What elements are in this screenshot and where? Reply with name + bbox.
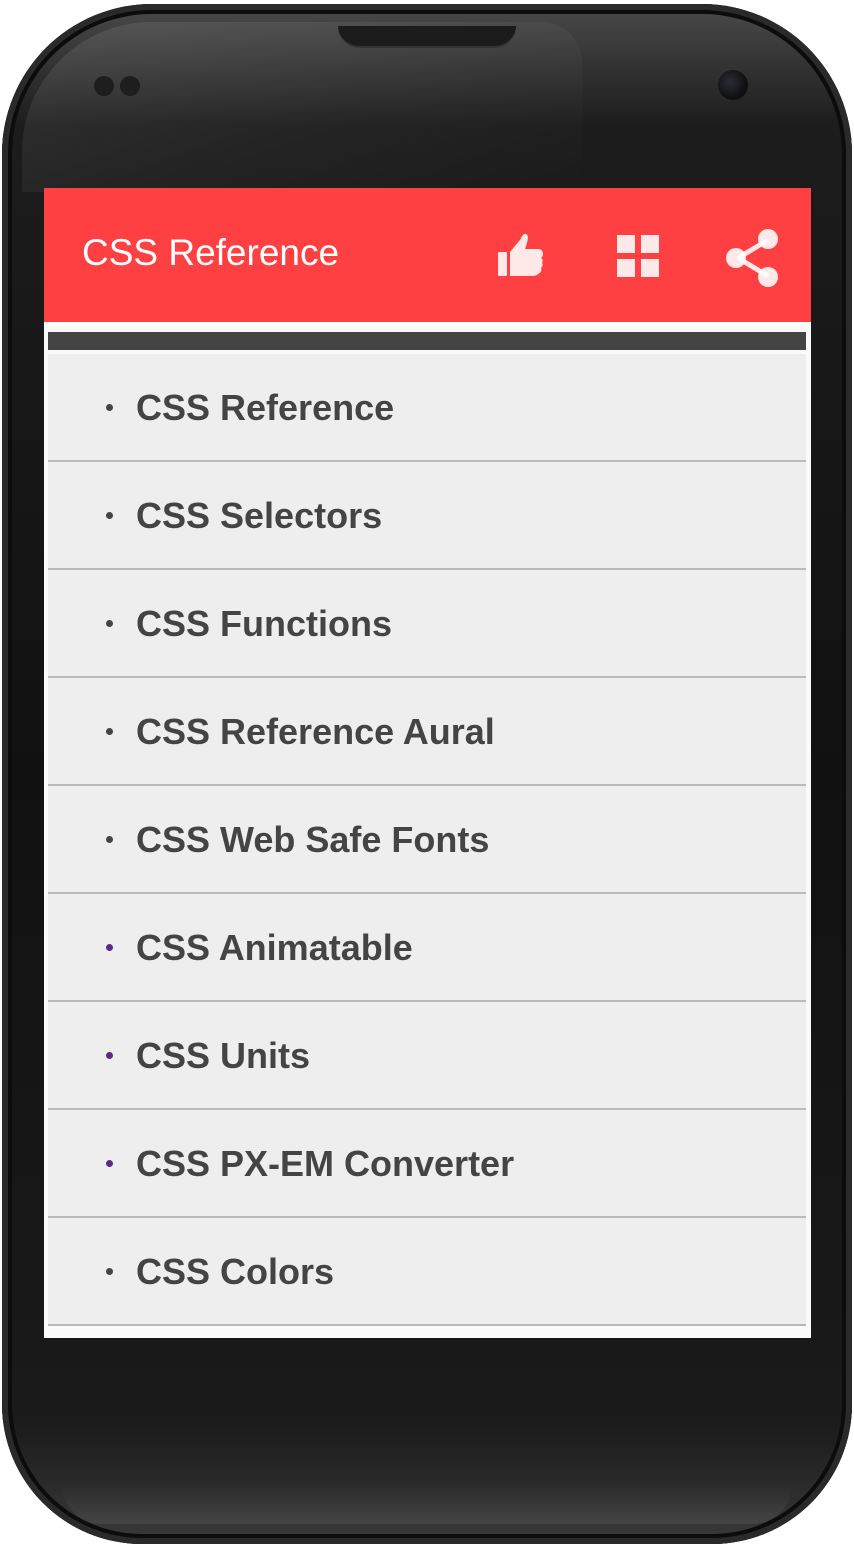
share-icon[interactable] <box>724 228 780 287</box>
list-item[interactable]: CSS Reference Aural <box>48 678 806 786</box>
list-item[interactable]: CSS Units <box>48 1002 806 1110</box>
earpiece-speaker <box>338 26 516 48</box>
list-item-label: CSS PX-EM Converter <box>136 1143 515 1184</box>
light-sensor <box>120 76 140 96</box>
list-item[interactable]: CSS Web Safe Fonts <box>48 786 806 894</box>
list-item[interactable]: CSS Reference <box>48 354 806 462</box>
list-item-label: CSS Functions <box>136 603 393 644</box>
list-item-label: CSS Units <box>136 1035 311 1076</box>
list-item-label: CSS Web Safe Fonts <box>136 819 490 860</box>
list-item-label: CSS Colors <box>136 1251 335 1292</box>
list-item-label: CSS Animatable <box>136 927 413 968</box>
bullet-icon <box>106 728 113 735</box>
list-item[interactable]: CSS Functions <box>48 570 806 678</box>
list-item[interactable]: CSS Animatable <box>48 894 806 1002</box>
app-screen: CSS Reference CSS Reference CSS Selector… <box>44 188 811 1338</box>
proximity-sensor <box>94 76 114 96</box>
action-bar: CSS Reference <box>44 188 811 322</box>
bullet-icon <box>106 944 113 951</box>
bullet-icon <box>106 1268 113 1275</box>
list-item-label: CSS Selectors <box>136 495 383 536</box>
list-item[interactable]: CSS Colors <box>48 1218 806 1326</box>
grid-icon[interactable] <box>610 228 666 284</box>
bullet-icon <box>106 512 113 519</box>
thumbs-up-icon[interactable] <box>494 228 550 284</box>
bottom-bezel <box>62 1484 792 1524</box>
bullet-icon <box>106 1052 113 1059</box>
bullet-icon <box>106 404 113 411</box>
list-item-label: CSS Reference <box>136 387 395 428</box>
menu-list-area: CSS Reference CSS Selectors CSS Functions C… <box>44 322 811 1338</box>
list-item[interactable]: CSS PX-EM Converter <box>48 1110 806 1218</box>
list-item[interactable]: CSS Selectors <box>48 462 806 570</box>
front-camera <box>718 70 748 100</box>
list-item-label: CSS Reference Aural <box>136 711 495 752</box>
bullet-icon <box>106 836 113 843</box>
list-divider-bar <box>48 332 806 350</box>
bullet-icon <box>106 620 113 627</box>
menu-list: CSS Reference CSS Selectors CSS Functions C… <box>48 354 806 1326</box>
bullet-icon <box>106 1160 113 1167</box>
app-title: CSS Reference <box>82 232 340 273</box>
